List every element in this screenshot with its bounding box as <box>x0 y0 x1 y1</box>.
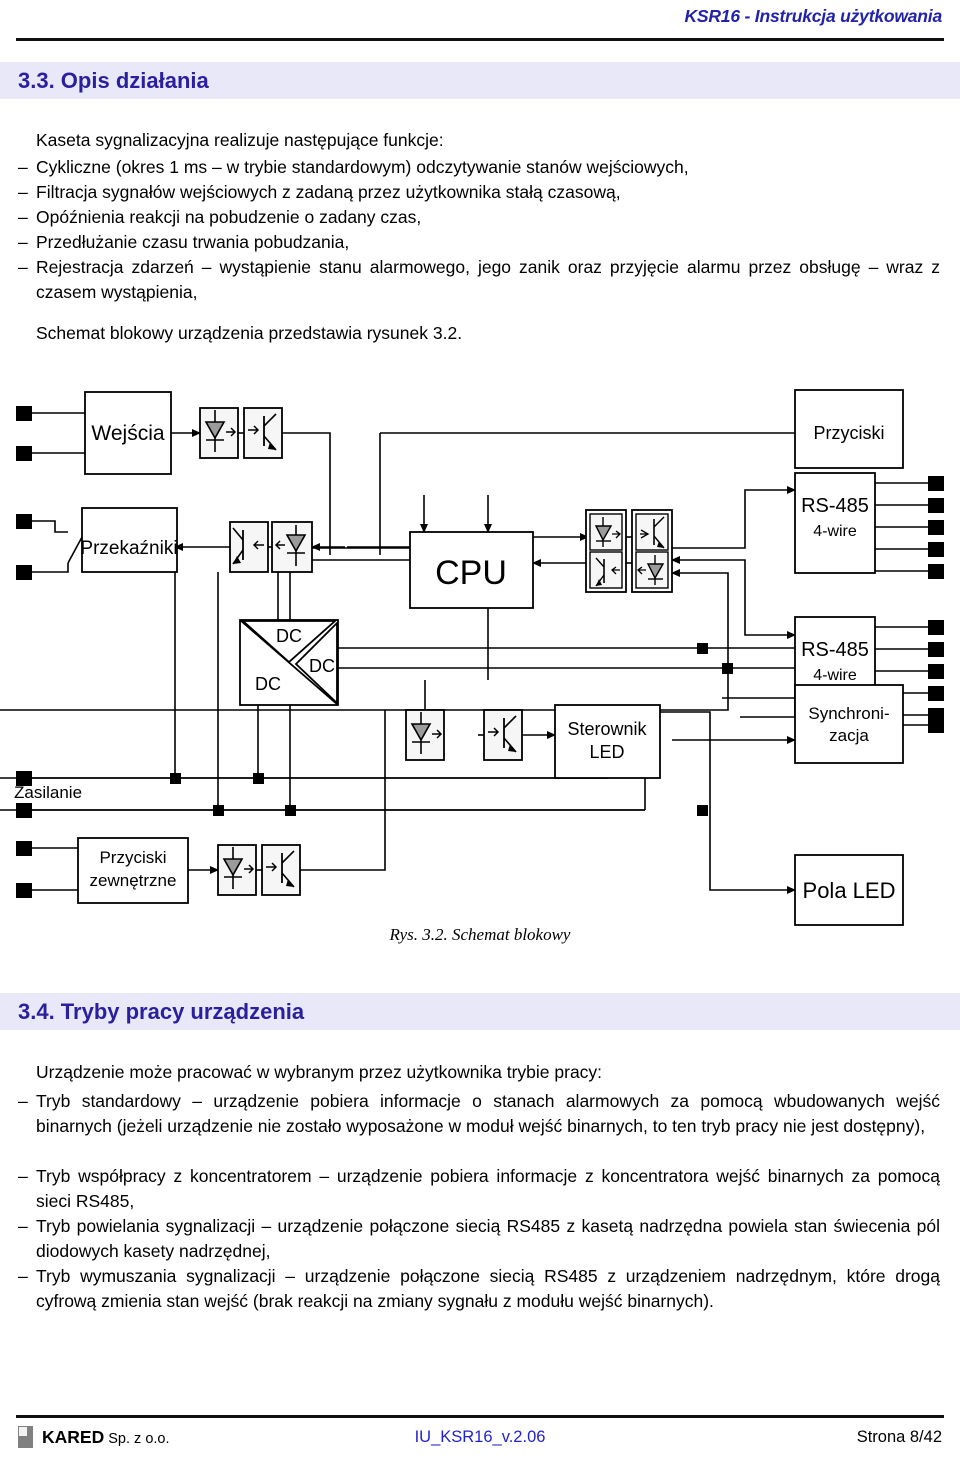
diagram-wires <box>0 412 796 894</box>
diagram-block-przekazniki: Przekaźniki <box>80 507 178 573</box>
list-item-text: Opóźnienia reakcji na pobudzenie o zadan… <box>36 207 422 227</box>
diagram-block-przekazniki-label: Przekaźniki <box>80 538 177 559</box>
bullet-dash: – <box>18 1216 28 1236</box>
header-document-title: KSR16 - Instrukcja użytkowania <box>684 6 942 26</box>
block-diagram-svg: Wejścia Przyciski Przekaźniki CPU RS-485… <box>0 389 944 926</box>
optocoupler-led-icon <box>405 709 445 761</box>
diagram-block-przyciski-zewnetrzne: Przyciski zewnętrzne <box>77 837 189 904</box>
diagram-block-przyciski-zewnetrzne-label-line1: Przyciski <box>99 848 166 867</box>
list-item: – Tryb współpracy z koncentratorem – urz… <box>10 1164 950 1214</box>
bullet-dash: – <box>18 1166 28 1186</box>
diagram-block-pola-led: Pola LED <box>794 854 904 926</box>
section-heading-33-title: 3.3. Opis działania <box>18 68 209 93</box>
optocoupler-group-icon <box>585 509 627 593</box>
list-item: – Tryb standardowy – urządzenie pobiera … <box>10 1089 950 1139</box>
bullet-dash: – <box>18 1266 28 1286</box>
diagram-block-rs485-1-label-line2: 4-wire <box>813 523 857 540</box>
list-item: – Cykliczne (okres 1 ms – w trybie stand… <box>10 155 950 180</box>
list-item-text: Cykliczne (okres 1 ms – w trybie standar… <box>36 157 689 177</box>
diagram-block-rs485-1: RS-485 4-wire <box>794 472 876 574</box>
bullet-dash: – <box>18 257 28 277</box>
diagram-block-rs485-2-label-line2: 4-wire <box>813 667 857 684</box>
diagram-block-dcdc-label-top: DC <box>276 626 302 646</box>
page-header: KSR16 - Instrukcja użytkowania <box>0 0 960 46</box>
diagram-block-dcdc: DC DC DC <box>239 619 339 706</box>
optocoupler-led-icon <box>217 844 257 896</box>
bullet-dash: – <box>18 207 28 227</box>
list-item: – Rejestracja zdarzeń – wystąpienie stan… <box>10 255 950 305</box>
diagram-block-cpu-label: CPU <box>435 554 507 592</box>
footer-divider <box>16 1415 944 1418</box>
diagram-block-rs485-2-label-line1: RS-485 <box>801 639 869 661</box>
optocoupler-transistor-icon <box>243 407 283 459</box>
optocoupler-led-icon <box>199 407 239 459</box>
list-item: – Tryb powielania sygnalizacji – urządze… <box>10 1214 950 1264</box>
page-footer: KARED Sp. z o.o. IU_KSR16_v.2.06 Strona … <box>0 1424 960 1454</box>
block-diagram-figure: Wejścia Przyciski Przekaźniki CPU RS-485… <box>0 380 960 960</box>
bullet-dash: – <box>18 1091 28 1111</box>
diagram-label-zasilanie: Zasilanie <box>14 783 82 802</box>
diagram-block-dcdc-label-left: DC <box>255 674 281 694</box>
list-item-text: Filtracja sygnałów wejściowych z zadaną … <box>36 182 621 202</box>
diagram-block-synchronizacja: Synchroni- zacja <box>794 684 904 764</box>
diagram-block-synchronizacja-label-line2: zacja <box>829 726 869 745</box>
section-34-intro: Urządzenie może pracować w wybranym prze… <box>36 1062 603 1082</box>
optocoupler-transistor-icon <box>261 844 301 896</box>
list-item-text: Tryb powielania sygnalizacji – urządzeni… <box>36 1216 940 1261</box>
list-item-text: Tryb współpracy z koncentratorem – urząd… <box>36 1166 940 1211</box>
list-item-text: Tryb wymuszania sygnalizacji – urządzeni… <box>36 1266 940 1311</box>
diagram-block-synchronizacja-label-line1: Synchroni- <box>808 704 889 723</box>
bullet-dash: – <box>18 232 28 252</box>
diagram-block-cpu: CPU <box>409 531 534 609</box>
optocoupler-transistor-icon <box>483 709 523 761</box>
list-item-text: Rejestracja zdarzeń – wystąpienie stanu … <box>36 257 940 302</box>
optocoupler-group-icon <box>631 509 673 593</box>
footer-document-id: IU_KSR16_v.2.06 <box>414 1428 546 1446</box>
optocoupler-led-icon <box>271 521 313 573</box>
list-item: – Opóźnienia reakcji na pobudzenie o zad… <box>10 205 950 230</box>
list-item: – Przedłużanie czasu trwania pobudzania, <box>10 230 950 255</box>
diagram-block-dcdc-label-right: DC <box>309 656 335 676</box>
diagram-block-sterownik-led: Sterownik LED <box>554 704 661 779</box>
optocoupler-transistor-icon <box>229 521 269 573</box>
diagram-block-rs485-1-label-line1: RS-485 <box>801 495 869 517</box>
list-item: – Filtracja sygnałów wejściowych z zadan… <box>10 180 950 205</box>
diagram-block-sterownik-led-label-line1: Sterownik <box>567 719 647 739</box>
diagram-block-sterownik-led-label-line2: LED <box>589 742 624 762</box>
list-item-text: Przedłużanie czasu trwania pobudzania, <box>36 232 350 252</box>
diagram-block-pola-led-label: Pola LED <box>803 878 896 903</box>
diagram-block-przyciski: Przyciski <box>794 389 904 469</box>
diagram-block-wejscia: Wejścia <box>84 391 172 475</box>
section-34-body: Urządzenie może pracować w wybranym prze… <box>0 1048 960 1378</box>
diagram-block-wejscia-label: Wejścia <box>91 422 164 445</box>
list-item: – Tryb wymuszania sygnalizacji – urządze… <box>10 1264 950 1314</box>
figure-reference-text: Schemat blokowy urządzenia przedstawia r… <box>36 323 463 343</box>
bullet-dash: – <box>18 157 28 177</box>
bullet-dash: – <box>18 182 28 202</box>
footer-page-number: Strona 8/42 <box>856 1428 942 1446</box>
section-heading-34: 3.4. Tryby pracy urządzenia <box>0 993 960 1030</box>
section-33-body: Kaseta sygnalizacyjna realizuje następuj… <box>0 118 960 348</box>
section-33-intro: Kaseta sygnalizacyjna realizuje następuj… <box>36 130 444 150</box>
section-heading-33: 3.3. Opis działania <box>0 62 960 99</box>
section-heading-34-title: 3.4. Tryby pracy urządzenia <box>18 999 305 1024</box>
header-divider <box>16 38 944 41</box>
diagram-block-przyciski-label: Przyciski <box>814 423 885 443</box>
list-item-text: Tryb standardowy – urządzenie pobiera in… <box>36 1091 940 1136</box>
diagram-block-przyciski-zewnetrzne-label-line2: zewnętrzne <box>90 871 177 890</box>
figure-caption: Rys. 3.2. Schemat blokowy <box>389 925 571 944</box>
